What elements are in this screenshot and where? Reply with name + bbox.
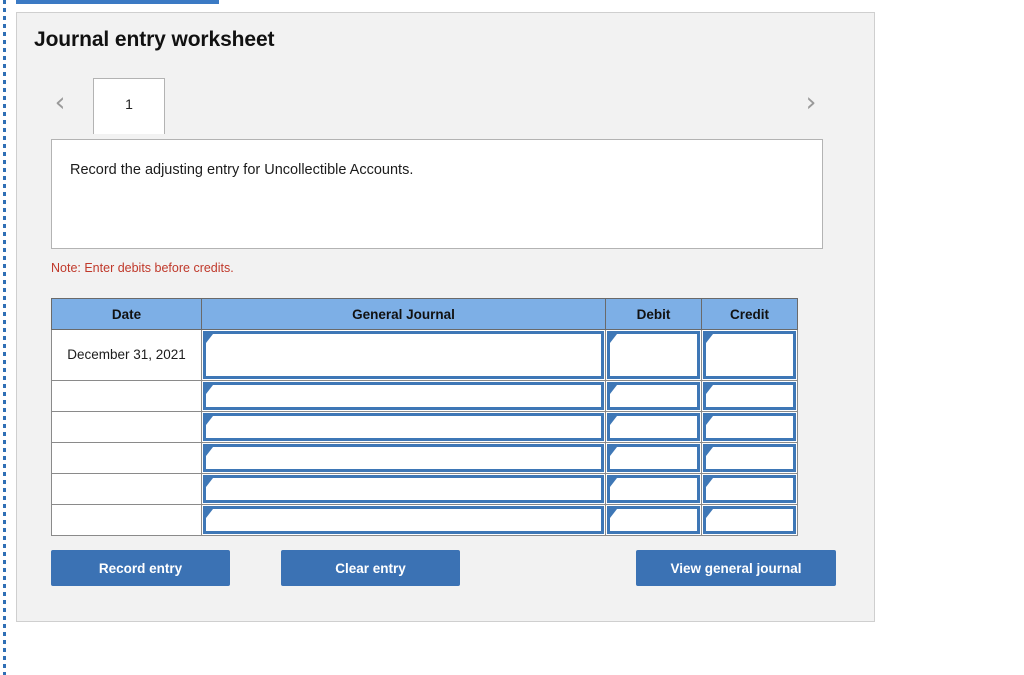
clear-entry-button[interactable]: Clear entry — [281, 550, 460, 586]
debit-cell — [605, 329, 702, 381]
debit-cell — [605, 442, 702, 474]
chevron-left-icon[interactable]: ‹ — [47, 88, 73, 118]
instruction-box: Record the adjusting entry for Uncollect… — [51, 139, 823, 249]
screen-root: Journal entry worksheet ‹ 1 › Record the… — [0, 0, 1024, 675]
table-row — [51, 473, 798, 505]
column-header-general-journal: General Journal — [201, 298, 606, 330]
general-journal-input[interactable] — [203, 413, 604, 441]
tab-strip: ‹ 1 › — [30, 74, 830, 140]
journal-entry-table: Date General Journal Debit Credit Decemb… — [51, 298, 798, 536]
debit-cell — [605, 504, 702, 536]
instruction-text: Record the adjusting entry for Uncollect… — [70, 162, 414, 178]
debit-cell — [605, 380, 702, 412]
chevron-right-icon[interactable]: › — [798, 88, 824, 118]
general-journal-cell — [201, 380, 606, 412]
general-journal-cell — [201, 473, 606, 505]
table-row: December 31, 2021 — [51, 329, 798, 381]
page-title: Journal entry worksheet — [34, 28, 275, 51]
table-row — [51, 442, 798, 474]
credit-cell — [701, 442, 798, 474]
general-journal-cell — [201, 442, 606, 474]
general-journal-input[interactable] — [203, 506, 604, 534]
table-header-row: Date General Journal Debit Credit — [51, 298, 798, 330]
debit-cell — [605, 473, 702, 505]
tab-1[interactable]: 1 — [93, 78, 165, 134]
table-row — [51, 380, 798, 412]
general-journal-cell — [201, 504, 606, 536]
column-header-credit: Credit — [701, 298, 798, 330]
credit-input[interactable] — [703, 506, 796, 534]
table-row — [51, 504, 798, 536]
general-journal-input[interactable] — [203, 475, 604, 503]
date-cell: December 31, 2021 — [51, 329, 202, 381]
date-cell[interactable] — [51, 411, 202, 443]
top-blue-bar — [16, 0, 219, 4]
debit-input[interactable] — [607, 382, 700, 410]
date-cell[interactable] — [51, 473, 202, 505]
debit-input[interactable] — [607, 413, 700, 441]
date-cell[interactable] — [51, 442, 202, 474]
general-journal-input[interactable] — [203, 331, 604, 379]
credit-cell — [701, 411, 798, 443]
debit-input[interactable] — [607, 444, 700, 472]
debit-cell — [605, 411, 702, 443]
column-header-date: Date — [51, 298, 202, 330]
credit-input[interactable] — [703, 331, 796, 379]
table-row — [51, 411, 798, 443]
debits-before-credits-note: Note: Enter debits before credits. — [51, 261, 234, 275]
credit-input[interactable] — [703, 382, 796, 410]
date-cell[interactable] — [51, 504, 202, 536]
date-cell[interactable] — [51, 380, 202, 412]
left-dotted-rail — [3, 0, 6, 675]
column-header-debit: Debit — [605, 298, 702, 330]
credit-input[interactable] — [703, 444, 796, 472]
general-journal-input[interactable] — [203, 444, 604, 472]
credit-input[interactable] — [703, 475, 796, 503]
credit-input[interactable] — [703, 413, 796, 441]
debit-input[interactable] — [607, 475, 700, 503]
view-general-journal-button[interactable]: View general journal — [636, 550, 836, 586]
debit-input[interactable] — [607, 331, 700, 379]
credit-cell — [701, 329, 798, 381]
credit-cell — [701, 504, 798, 536]
general-journal-cell — [201, 329, 606, 381]
general-journal-input[interactable] — [203, 382, 604, 410]
credit-cell — [701, 473, 798, 505]
debit-input[interactable] — [607, 506, 700, 534]
general-journal-cell — [201, 411, 606, 443]
credit-cell — [701, 380, 798, 412]
record-entry-button[interactable]: Record entry — [51, 550, 230, 586]
